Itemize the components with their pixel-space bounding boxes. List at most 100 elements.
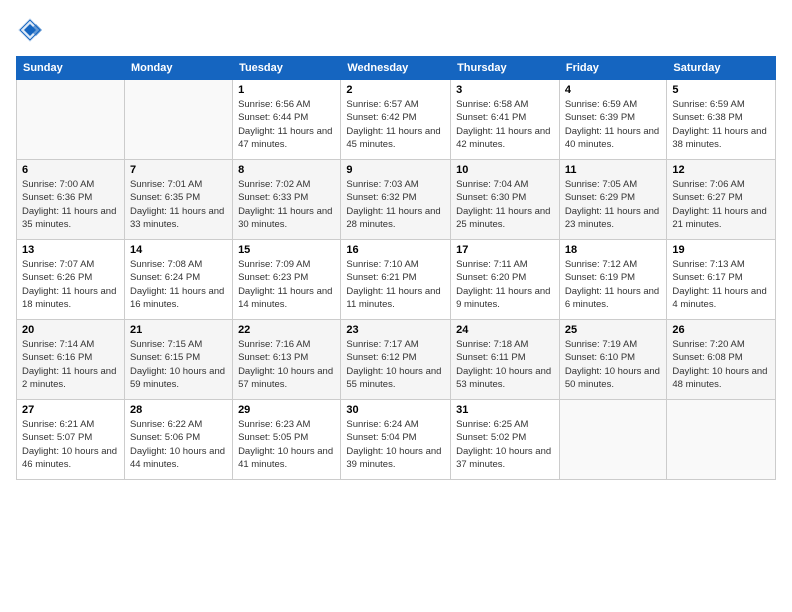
day-info: Sunrise: 7:04 AM Sunset: 6:30 PM Dayligh… — [456, 178, 554, 231]
day-info: Sunrise: 7:12 AM Sunset: 6:19 PM Dayligh… — [565, 258, 662, 311]
calendar-cell: 23Sunrise: 7:17 AM Sunset: 6:12 PM Dayli… — [341, 320, 451, 400]
day-info: Sunrise: 6:22 AM Sunset: 5:06 PM Dayligh… — [130, 418, 227, 471]
calendar-cell: 19Sunrise: 7:13 AM Sunset: 6:17 PM Dayli… — [667, 240, 776, 320]
day-number: 9 — [346, 164, 445, 176]
calendar-cell — [17, 80, 125, 160]
day-number: 30 — [346, 404, 445, 416]
day-number: 8 — [238, 164, 335, 176]
weekday-header-wednesday: Wednesday — [341, 57, 451, 80]
page-header — [16, 16, 776, 44]
calendar-cell: 17 Sunrise: 7:11 AM Sunset: 6:20 PM Dayli… — [451, 240, 560, 320]
calendar-cell: 29 Sunrise: 6:23 AM Sunset: 5:05 PM Dayli… — [233, 400, 341, 480]
logo — [16, 16, 48, 44]
day-info: Sunrise: 6:58 AM Sunset: 6:41 PM Dayligh… — [456, 98, 554, 151]
calendar-cell: 28 Sunrise: 6:22 AM Sunset: 5:06 PM Dayli… — [124, 400, 232, 480]
day-number: 16 — [346, 244, 445, 256]
day-number: 20 — [22, 324, 119, 336]
calendar-cell: 9 Sunrise: 7:03 AM Sunset: 6:32 PM Daylig… — [341, 160, 451, 240]
day-info: Sunrise: 7:05 AM Sunset: 6:29 PM Dayligh… — [565, 178, 662, 231]
calendar-cell: 10 Sunrise: 7:04 AM Sunset: 6:30 PM Dayli… — [451, 160, 560, 240]
day-number: 26 — [672, 324, 770, 336]
day-number: 18 — [565, 244, 662, 256]
calendar-week-1: 1Sunrise: 6:56 AM Sunset: 6:44 PM Daylig… — [17, 80, 776, 160]
weekday-header-thursday: Thursday — [451, 57, 560, 80]
calendar-cell: 24 Sunrise: 7:18 AM Sunset: 6:11 PM Dayli… — [451, 320, 560, 400]
day-number: 2 — [346, 84, 445, 96]
day-info: Sunrise: 7:17 AM Sunset: 6:12 PM Dayligh… — [346, 338, 445, 391]
day-number: 28 — [130, 404, 227, 416]
calendar-week-5: 27Sunrise: 6:21 AM Sunset: 5:07 PM Dayli… — [17, 400, 776, 480]
day-number: 15 — [238, 244, 335, 256]
calendar-cell — [559, 400, 667, 480]
weekday-header-saturday: Saturday — [667, 57, 776, 80]
day-number: 14 — [130, 244, 227, 256]
day-info: Sunrise: 6:59 AM Sunset: 6:39 PM Dayligh… — [565, 98, 662, 151]
calendar-cell: 7 Sunrise: 7:01 AM Sunset: 6:35 PM Daylig… — [124, 160, 232, 240]
calendar-table: SundayMondayTuesdayWednesdayThursdayFrid… — [16, 56, 776, 480]
calendar-cell: 4 Sunrise: 6:59 AM Sunset: 6:39 PM Daylig… — [559, 80, 667, 160]
calendar-cell: 1Sunrise: 6:56 AM Sunset: 6:44 PM Daylig… — [233, 80, 341, 160]
calendar-cell: 31 Sunrise: 6:25 AM Sunset: 5:02 PM Dayli… — [451, 400, 560, 480]
calendar-cell — [667, 400, 776, 480]
weekday-header-monday: Monday — [124, 57, 232, 80]
day-number: 10 — [456, 164, 554, 176]
day-info: Sunrise: 6:56 AM Sunset: 6:44 PM Dayligh… — [238, 98, 335, 151]
day-info: Sunrise: 7:08 AM Sunset: 6:24 PM Dayligh… — [130, 258, 227, 311]
day-info: Sunrise: 7:06 AM Sunset: 6:27 PM Dayligh… — [672, 178, 770, 231]
calendar-cell: 11 Sunrise: 7:05 AM Sunset: 6:29 PM Dayli… — [559, 160, 667, 240]
day-number: 3 — [456, 84, 554, 96]
day-number: 11 — [565, 164, 662, 176]
calendar-cell: 12 Sunrise: 7:06 AM Sunset: 6:27 PM Dayli… — [667, 160, 776, 240]
day-number: 24 — [456, 324, 554, 336]
day-info: Sunrise: 6:24 AM Sunset: 5:04 PM Dayligh… — [346, 418, 445, 471]
calendar-cell: 27Sunrise: 6:21 AM Sunset: 5:07 PM Dayli… — [17, 400, 125, 480]
day-info: Sunrise: 7:10 AM Sunset: 6:21 PM Dayligh… — [346, 258, 445, 311]
day-number: 17 — [456, 244, 554, 256]
calendar-cell: 8Sunrise: 7:02 AM Sunset: 6:33 PM Daylig… — [233, 160, 341, 240]
day-number: 25 — [565, 324, 662, 336]
calendar-header: SundayMondayTuesdayWednesdayThursdayFrid… — [17, 57, 776, 80]
day-number: 29 — [238, 404, 335, 416]
day-number: 12 — [672, 164, 770, 176]
day-number: 13 — [22, 244, 119, 256]
calendar-cell: 30 Sunrise: 6:24 AM Sunset: 5:04 PM Dayli… — [341, 400, 451, 480]
day-info: Sunrise: 6:23 AM Sunset: 5:05 PM Dayligh… — [238, 418, 335, 471]
calendar-cell — [124, 80, 232, 160]
calendar-cell: 3 Sunrise: 6:58 AM Sunset: 6:41 PM Daylig… — [451, 80, 560, 160]
day-info: Sunrise: 6:59 AM Sunset: 6:38 PM Dayligh… — [672, 98, 770, 151]
calendar-week-4: 20Sunrise: 7:14 AM Sunset: 6:16 PM Dayli… — [17, 320, 776, 400]
day-info: Sunrise: 7:19 AM Sunset: 6:10 PM Dayligh… — [565, 338, 662, 391]
day-info: Sunrise: 6:21 AM Sunset: 5:07 PM Dayligh… — [22, 418, 119, 471]
day-info: Sunrise: 7:15 AM Sunset: 6:15 PM Dayligh… — [130, 338, 227, 391]
calendar-cell: 14 Sunrise: 7:08 AM Sunset: 6:24 PM Dayli… — [124, 240, 232, 320]
day-info: Sunrise: 7:07 AM Sunset: 6:26 PM Dayligh… — [22, 258, 119, 311]
calendar-cell: 2Sunrise: 6:57 AM Sunset: 6:42 PM Daylig… — [341, 80, 451, 160]
day-info: Sunrise: 7:18 AM Sunset: 6:11 PM Dayligh… — [456, 338, 554, 391]
calendar-week-2: 6 Sunrise: 7:00 AM Sunset: 6:36 PM Daylig… — [17, 160, 776, 240]
calendar-cell: 25 Sunrise: 7:19 AM Sunset: 6:10 PM Dayli… — [559, 320, 667, 400]
day-number: 31 — [456, 404, 554, 416]
calendar-cell: 6 Sunrise: 7:00 AM Sunset: 6:36 PM Daylig… — [17, 160, 125, 240]
weekday-header-friday: Friday — [559, 57, 667, 80]
day-number: 7 — [130, 164, 227, 176]
day-number: 5 — [672, 84, 770, 96]
day-info: Sunrise: 7:03 AM Sunset: 6:32 PM Dayligh… — [346, 178, 445, 231]
calendar-cell: 16 Sunrise: 7:10 AM Sunset: 6:21 PM Dayli… — [341, 240, 451, 320]
day-info: Sunrise: 7:01 AM Sunset: 6:35 PM Dayligh… — [130, 178, 227, 231]
day-number: 4 — [565, 84, 662, 96]
weekday-header-sunday: Sunday — [17, 57, 125, 80]
calendar-cell: 5 Sunrise: 6:59 AM Sunset: 6:38 PM Daylig… — [667, 80, 776, 160]
calendar-cell: 15Sunrise: 7:09 AM Sunset: 6:23 PM Dayli… — [233, 240, 341, 320]
day-info: Sunrise: 7:00 AM Sunset: 6:36 PM Dayligh… — [22, 178, 119, 231]
day-info: Sunrise: 7:11 AM Sunset: 6:20 PM Dayligh… — [456, 258, 554, 311]
day-number: 6 — [22, 164, 119, 176]
logo-icon — [16, 16, 44, 44]
calendar-cell: 18 Sunrise: 7:12 AM Sunset: 6:19 PM Dayli… — [559, 240, 667, 320]
day-info: Sunrise: 7:16 AM Sunset: 6:13 PM Dayligh… — [238, 338, 335, 391]
weekday-header-tuesday: Tuesday — [233, 57, 341, 80]
day-info: Sunrise: 6:25 AM Sunset: 5:02 PM Dayligh… — [456, 418, 554, 471]
day-number: 21 — [130, 324, 227, 336]
day-number: 22 — [238, 324, 335, 336]
calendar-cell: 20Sunrise: 7:14 AM Sunset: 6:16 PM Dayli… — [17, 320, 125, 400]
calendar-week-3: 13 Sunrise: 7:07 AM Sunset: 6:26 PM Dayli… — [17, 240, 776, 320]
